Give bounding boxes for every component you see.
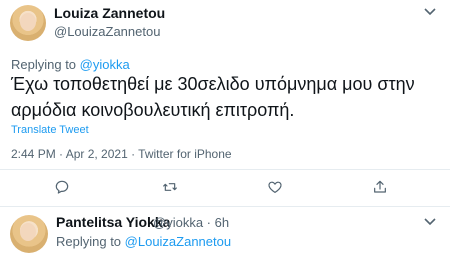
author-handle[interactable]: @yiokka · 6h	[153, 215, 229, 230]
retweet-icon	[163, 183, 177, 191]
reply-button[interactable]	[52, 177, 72, 197]
translate-tweet-link[interactable]: Translate Tweet	[11, 124, 89, 136]
avatar[interactable]	[10, 215, 48, 253]
share-icon	[374, 180, 386, 193]
chevron-down-icon[interactable]	[424, 218, 436, 226]
reply-icon	[55, 180, 69, 194]
replying-to: Replying to @LouizaZannetou	[56, 234, 231, 249]
replying-to: Replying to @yiokka	[11, 57, 130, 72]
tweet-timestamp[interactable]: 2:44 PM · Apr 2, 2021 · Twitter for iPho…	[11, 147, 232, 161]
chevron-down-icon[interactable]	[424, 8, 436, 16]
tweet-text: Έχω τοποθετηθεί με 30σελιδο υπόμνημα μου…	[11, 74, 415, 120]
retweet-button[interactable]	[160, 177, 180, 197]
divider	[0, 169, 450, 170]
share-button[interactable]	[370, 177, 390, 197]
author-name[interactable]: Louiza Zannetou	[54, 5, 165, 21]
replying-prefix: Replying to	[11, 57, 80, 72]
avatar[interactable]	[10, 5, 46, 41]
like-button[interactable]	[265, 177, 285, 197]
heart-icon	[268, 181, 282, 193]
author-handle[interactable]: @LouizaZannetou	[54, 24, 160, 39]
replying-to-link[interactable]: @yiokka	[80, 57, 130, 72]
replying-to-link[interactable]: @LouizaZannetou	[125, 234, 231, 249]
divider	[0, 206, 450, 207]
replying-prefix: Replying to	[56, 234, 125, 249]
